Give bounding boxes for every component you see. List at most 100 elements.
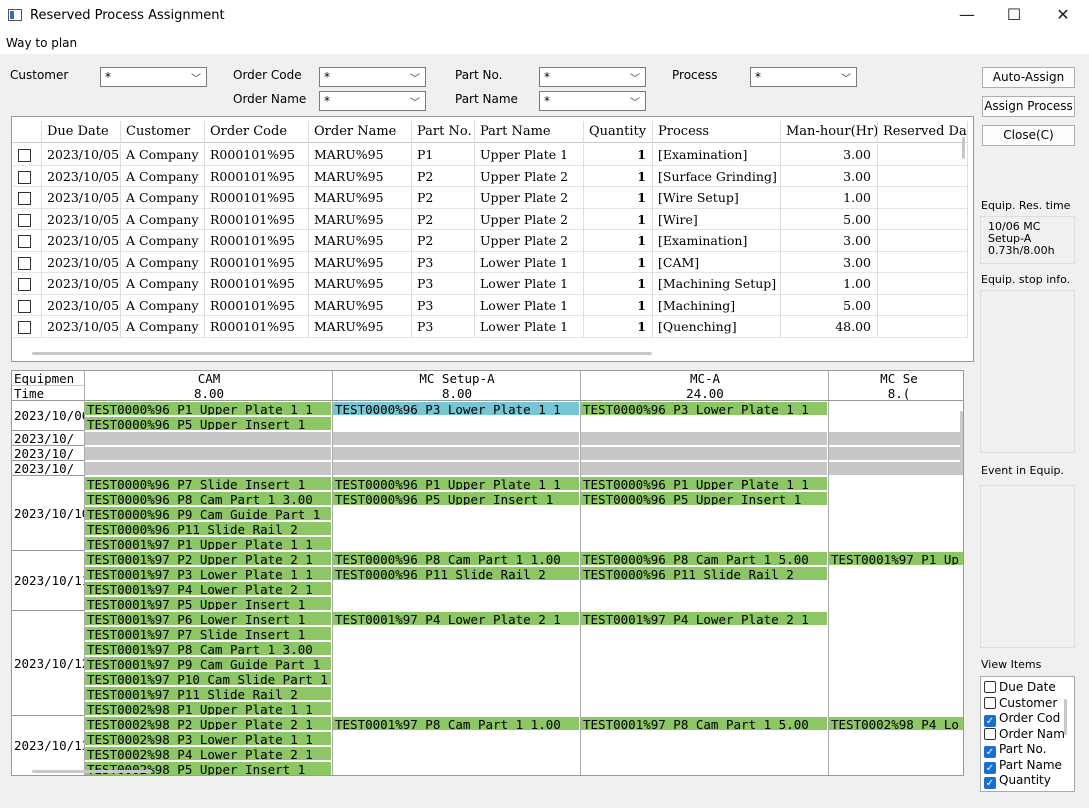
column-header[interactable]: Due Date — [42, 121, 121, 143]
schedule-block[interactable]: TEST0001%97 P11 Slide Rail 2 — [85, 687, 331, 700]
schedule-block[interactable]: TEST0002%98 P1 Upper Plate 1 1 — [85, 702, 331, 715]
schedule-block[interactable]: TEST0001%97 P8 Cam Part 1 1.00 — [333, 717, 579, 730]
column-header[interactable]: Reserved Da — [878, 121, 968, 143]
schedule-block[interactable]: TEST0001%97 P1 Up — [829, 552, 963, 565]
view-item-checkbox[interactable]: ✓ Part No. — [984, 742, 1046, 758]
column-header[interactable]: Order Code — [205, 121, 309, 143]
checkbox-checked-icon[interactable]: ✓ — [984, 777, 996, 789]
row-checkbox[interactable] — [18, 321, 31, 334]
row-checkbox[interactable] — [18, 256, 31, 270]
auto-assign-button[interactable]: Auto-Assign — [982, 67, 1075, 88]
checkbox-empty-icon[interactable] — [984, 681, 996, 693]
menu-way-to-plan[interactable]: Way to plan — [6, 36, 77, 50]
row-checkbox[interactable] — [18, 278, 31, 291]
schedule-block[interactable]: TEST0001%97 P4 Lower Plate 2 1 — [333, 612, 579, 625]
schedule-block[interactable]: TEST0002%98 P2 Upper Plate 2 1 — [85, 717, 331, 730]
schedule-block[interactable]: TEST0000%96 P1 Upper Plate 1 1 — [85, 402, 331, 415]
part-name-combo[interactable]: * ﹀ — [539, 91, 646, 111]
equipment-name[interactable]: MC Setup-A — [332, 371, 580, 386]
schedule-block[interactable]: TEST0000%96 P5 Upper Insert 1 — [85, 417, 331, 430]
schedule-block[interactable]: TEST0001%97 P6 Lower Insert 1 — [85, 612, 331, 625]
table-row[interactable]: 2023/10/05 A Company R000101%95 MARU%95 P1 Up… — [12, 144, 973, 166]
checkbox-checked-icon[interactable]: ✓ — [984, 715, 996, 727]
view-item-checkbox[interactable]: Customer — [984, 696, 1057, 711]
schedule-block[interactable]: TEST0000%96 P3 Lower Plate 1 1 — [581, 402, 827, 415]
schedule-block[interactable]: TEST0002%98 P4 Lower Plate 2 1 — [85, 747, 331, 760]
column-header[interactable]: Quantity — [584, 121, 653, 143]
schedule-block[interactable]: TEST0001%97 P8 Cam Part 1 3.00 — [85, 642, 331, 655]
row-checkbox[interactable] — [18, 213, 31, 227]
schedule-block[interactable]: TEST0000%96 P9 Cam Guide Part 1 — [85, 507, 331, 520]
table-row[interactable]: 2023/10/05 A Company R000101%95 MARU%95 P2 Up… — [12, 165, 973, 187]
process-combo[interactable]: * ﹀ — [750, 67, 857, 87]
schedule-block[interactable]: TEST0000%96 P11 Slide Rail 2 — [581, 567, 827, 580]
checkbox-empty-icon[interactable] — [984, 696, 996, 709]
row-checkbox[interactable] — [18, 149, 31, 162]
schedule-block[interactable]: TEST0001%97 P10 Cam Slide Part 1 — [85, 672, 331, 685]
column-header[interactable]: Customer — [121, 121, 205, 143]
schedule-block[interactable]: TEST0001%97 P7 Slide Insert 1 — [85, 627, 331, 640]
schedule-block[interactable]: TEST0001%97 P1 Upper Plate 1 1 — [85, 537, 331, 550]
view-item-checkbox[interactable]: Order Nam — [984, 727, 1065, 742]
customer-combo[interactable]: * ﹀ — [100, 67, 207, 87]
schedule-block[interactable]: TEST0000%96 P3 Lower Plate 1 1 — [333, 402, 579, 415]
column-header[interactable]: Order Name — [309, 121, 412, 143]
close-window-button[interactable]: ✕ — [1040, 0, 1086, 32]
column-header[interactable]: Part No. — [412, 121, 475, 143]
table-row[interactable]: 2023/10/05 A Company R000101%95 MARU%95 P3 Lo… — [12, 294, 973, 316]
row-checkbox[interactable] — [18, 235, 31, 248]
schedule-block[interactable]: TEST0000%96 P7 Slide Insert 1 — [85, 477, 331, 490]
schedule-block[interactable]: TEST0000%96 P8 Cam Part 1 3.00 — [85, 492, 331, 505]
row-checkbox[interactable] — [18, 299, 31, 313]
schedule-block[interactable]: TEST0002%98 P3 Lower Plate 1 1 — [85, 732, 331, 745]
schedule-block[interactable]: TEST0000%96 P5 Upper Insert 1 — [581, 492, 827, 505]
schedule-block[interactable]: TEST0000%96 P1 Upper Plate 1 1 — [333, 477, 579, 490]
view-item-checkbox[interactable]: ✓ Order Cod — [984, 711, 1060, 727]
order-code-combo[interactable]: * ﹀ — [319, 67, 426, 87]
table-vscroll-thumb[interactable] — [962, 137, 965, 159]
equipment-name[interactable]: MC Se — [828, 371, 963, 386]
maximize-button[interactable]: ☐ — [991, 0, 1037, 32]
schedule-block[interactable]: TEST0001%97 P3 Lower Plate 1 1 — [85, 567, 331, 580]
schedule-block[interactable]: TEST0001%97 P2 Upper Plate 2 1 — [85, 552, 331, 565]
table-hscroll-thumb[interactable] — [32, 352, 652, 355]
assign-process-button[interactable]: Assign Process — [982, 96, 1075, 117]
table-row[interactable]: 2023/10/05 A Company R000101%95 MARU%95 P2 Up… — [12, 187, 973, 209]
schedule-block[interactable]: TEST0002%98 P4 Lo — [829, 717, 963, 730]
close-button[interactable]: Close(C) — [982, 125, 1075, 146]
schedule-block[interactable]: TEST0001%97 P4 Lower Plate 2 1 — [581, 612, 827, 625]
schedule-block[interactable]: TEST0000%96 P8 Cam Part 1 1.00 — [333, 552, 579, 565]
column-header[interactable]: Process — [653, 121, 781, 143]
schedule-block[interactable]: TEST0000%96 P11 Slide Rail 2 — [333, 567, 579, 580]
table-row[interactable]: 2023/10/05 A Company R000101%95 MARU%95 P3 Lo… — [12, 273, 973, 295]
schedule-block[interactable]: TEST0000%96 P11 Slide Rail 2 — [85, 522, 331, 535]
checkbox-checked-icon[interactable]: ✓ — [984, 746, 996, 758]
checkbox-empty-icon[interactable] — [984, 727, 996, 740]
schedule-block[interactable]: TEST0001%97 P8 Cam Part 1 5.00 — [581, 717, 827, 730]
part-no-combo[interactable]: * ﹀ — [539, 67, 646, 87]
equipment-name[interactable]: MC-A — [580, 371, 828, 386]
schedule-block[interactable]: TEST0000%96 P5 Upper Insert 1 — [333, 492, 579, 505]
minimize-button[interactable]: — — [944, 0, 990, 32]
table-row[interactable]: 2023/10/05 A Company R000101%95 MARU%95 P3 Lo… — [12, 316, 973, 338]
equipment-name[interactable]: CAM — [84, 371, 332, 386]
row-checkbox[interactable] — [18, 170, 31, 184]
schedule-block[interactable]: TEST0001%97 P4 Lower Plate 2 1 — [85, 582, 331, 595]
schedule-block[interactable]: TEST0001%97 P9 Cam Guide Part 1 — [85, 657, 331, 670]
schedule-block[interactable]: TEST0002%98 P5 Upper Insert 1 — [85, 762, 331, 775]
view-item-checkbox[interactable]: ✓ Part Name — [984, 758, 1062, 774]
schedule-block[interactable]: TEST0001%97 P5 Upper Insert 1 — [85, 597, 331, 610]
checkbox-checked-icon[interactable]: ✓ — [984, 761, 996, 774]
schedule-vscroll-thumb[interactable] — [960, 411, 963, 471]
column-header[interactable]: Man-hour(Hr) — [781, 121, 878, 143]
table-row[interactable]: 2023/10/05 A Company R000101%95 MARU%95 P3 Lo… — [12, 251, 973, 273]
schedule-block[interactable]: TEST0000%96 P8 Cam Part 1 5.00 — [581, 552, 827, 565]
view-item-checkbox[interactable]: ✓ Quantity — [984, 773, 1051, 789]
table-row[interactable]: 2023/10/05 A Company R000101%95 MARU%95 P2 Up… — [12, 208, 973, 230]
schedule-hscroll-thumb[interactable] — [32, 770, 152, 773]
row-checkbox[interactable] — [18, 192, 31, 205]
order-name-combo[interactable]: * ﹀ — [319, 91, 426, 111]
table-row[interactable]: 2023/10/05 A Company R000101%95 MARU%95 P2 Up… — [12, 230, 973, 252]
view-item-checkbox[interactable]: Due Date — [984, 680, 1056, 695]
column-header[interactable]: Part Name — [475, 121, 584, 143]
